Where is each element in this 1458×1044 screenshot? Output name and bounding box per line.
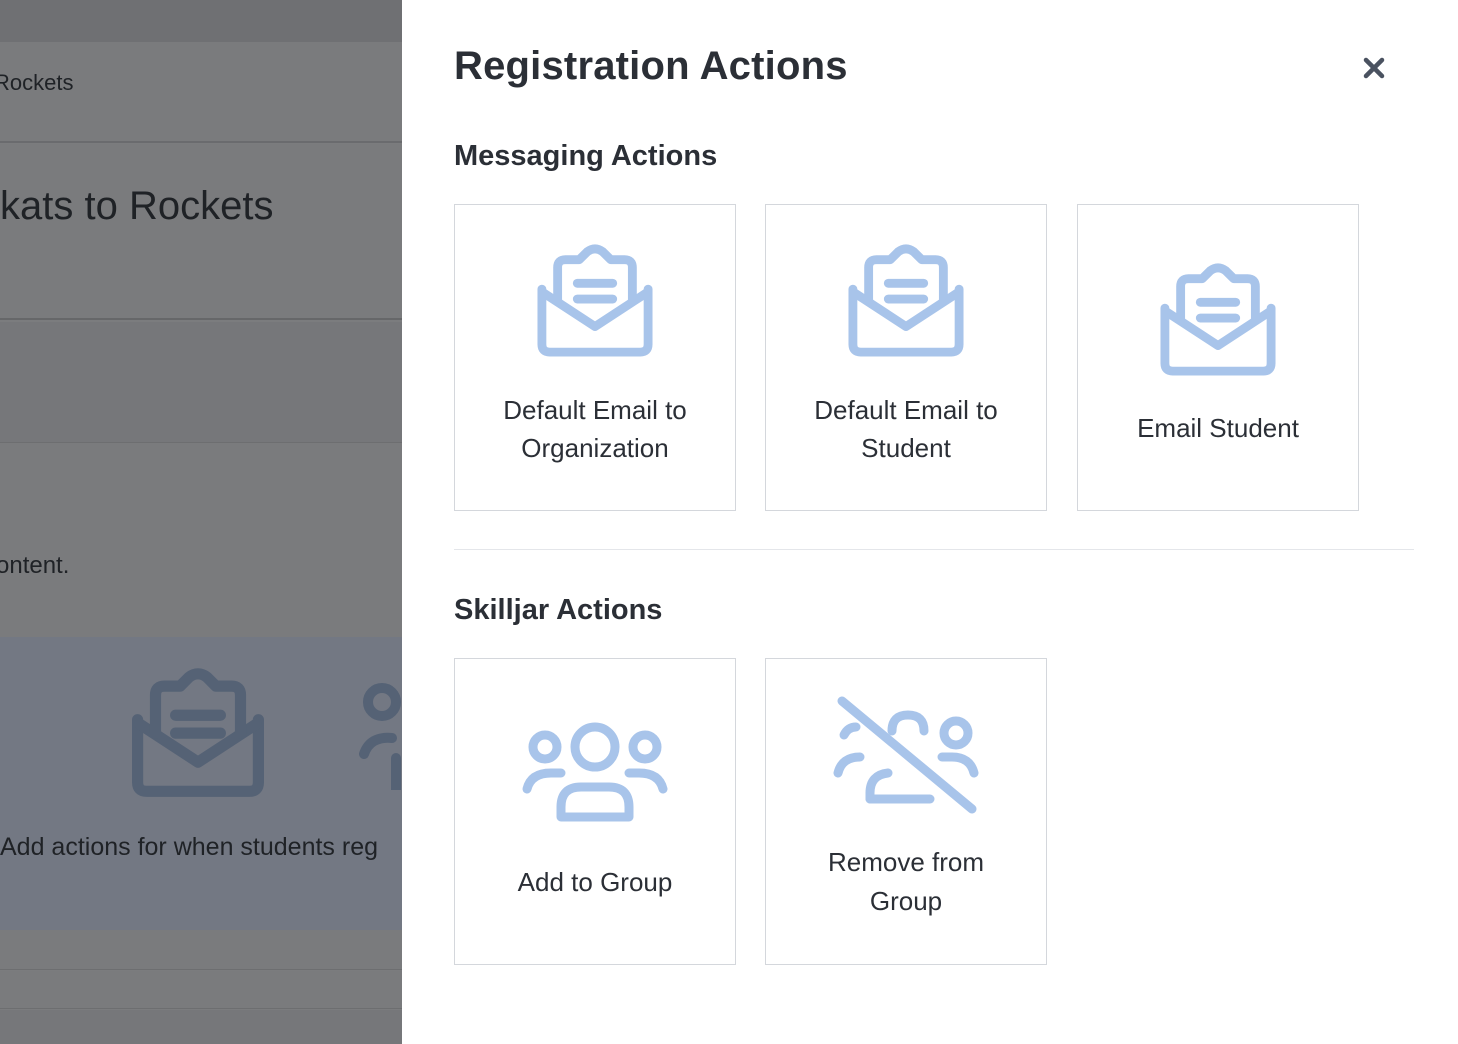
envelope-open-icon [848, 244, 964, 357]
users-group-slash-icon [833, 696, 979, 814]
action-card-label: Default Email to Organization [503, 395, 687, 463]
action-card-label: Add to Group [517, 867, 673, 897]
action-card-remove-from-group[interactable]: Remove from Group [765, 658, 1047, 965]
close-icon[interactable] [1363, 57, 1385, 79]
background-page-title: kats to Rockets [0, 184, 274, 228]
person-icon [359, 683, 401, 790]
background-row [0, 930, 402, 970]
registration-actions-drawer: Registration Actions Messaging Actions D… [402, 0, 1458, 1044]
background-content-text: ontent. [0, 552, 70, 579]
close-button[interactable] [1358, 52, 1390, 84]
action-card-default-email-student[interactable]: Default Email to Student [765, 204, 1047, 511]
section-title-messaging: Messaging Actions [454, 140, 718, 172]
background-row [0, 322, 402, 443]
background-row [0, 971, 402, 1009]
background-title-row [0, 144, 402, 320]
background-row [0, 1010, 402, 1044]
section-title-skilljar: Skilljar Actions [454, 594, 663, 626]
action-card-email-student[interactable]: Email Student [1077, 204, 1359, 511]
background-breadcrumb: Rockets [0, 70, 74, 95]
action-card-label: Email Student [1137, 413, 1299, 443]
action-card-default-email-organization[interactable]: Default Email to Organization [454, 204, 736, 511]
envelope-open-icon [1160, 263, 1276, 376]
action-card-add-to-group[interactable]: Add to Group [454, 658, 736, 965]
background-top-bar [0, 0, 402, 42]
background-empty-state-hint: Add actions for when students reg [0, 833, 379, 861]
envelope-open-icon [537, 244, 653, 357]
background-page: Rockets kats to Rockets ontent. Add acti… [0, 0, 402, 1044]
users-group-icon [522, 722, 668, 822]
section-divider [454, 549, 1414, 550]
envelope-open-icon [131, 668, 264, 797]
action-card-label: Default Email to Student [814, 395, 998, 463]
background-row [0, 443, 402, 637]
action-card-label: Remove from Group [827, 847, 985, 916]
drawer-title: Registration Actions [454, 44, 848, 88]
